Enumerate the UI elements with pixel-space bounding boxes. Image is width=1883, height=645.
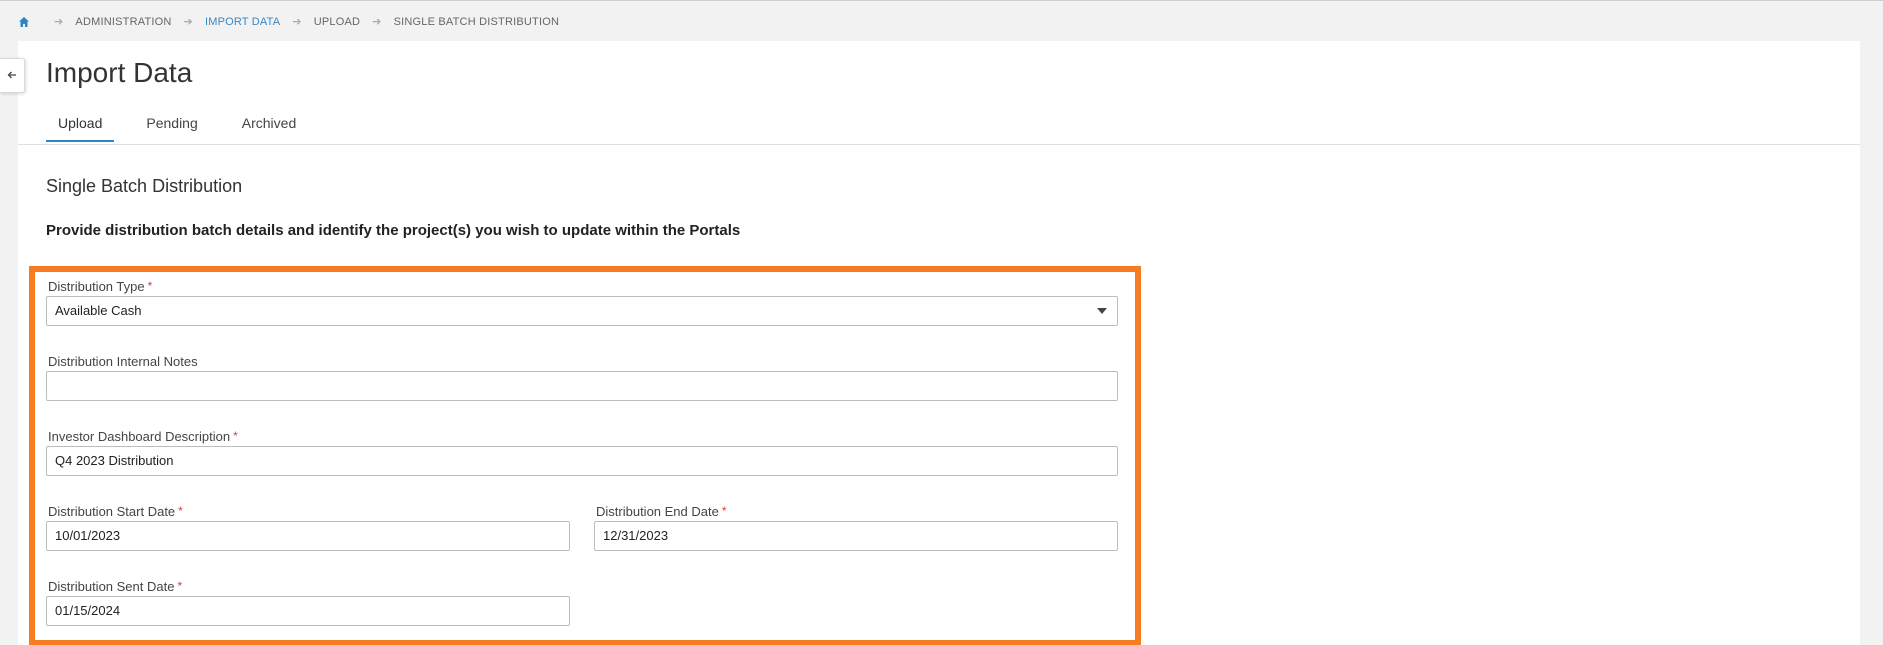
breadcrumb-upload[interactable]: UPLOAD xyxy=(314,16,360,28)
required-marker: * xyxy=(721,504,727,518)
sent-date-label: Distribution Sent Date * xyxy=(48,579,183,594)
breadcrumb-administration[interactable]: ADMINISTRATION xyxy=(75,16,171,28)
distribution-type-value: Available Cash xyxy=(55,303,142,318)
required-marker: * xyxy=(147,279,153,293)
breadcrumb: ➔ ADMINISTRATION ➔ IMPORT DATA ➔ UPLOAD … xyxy=(18,15,559,28)
page-title: Import Data xyxy=(46,57,193,88)
tab-bar: Upload Pending Archived xyxy=(46,115,328,142)
start-date-label: Distribution Start Date * xyxy=(48,504,183,519)
home-icon[interactable] xyxy=(18,16,30,28)
arrow-right-icon: ➔ xyxy=(372,16,382,28)
required-marker: * xyxy=(178,504,183,518)
section-title: Single Batch Distribution xyxy=(46,176,243,196)
distribution-type-select[interactable]: Available Cash xyxy=(46,296,1118,326)
arrow-right-icon: ➔ xyxy=(292,16,302,28)
sent-date-input[interactable]: 01/15/2024 xyxy=(46,596,570,626)
required-marker: * xyxy=(177,579,183,593)
arrow-left-icon xyxy=(7,67,17,85)
collapse-sidebar-button[interactable] xyxy=(0,58,25,93)
breadcrumb-single-batch-distribution: SINGLE BATCH DISTRIBUTION xyxy=(393,15,560,28)
tab-upload[interactable]: Upload xyxy=(46,115,115,142)
end-date-input[interactable]: 12/31/2023 xyxy=(594,521,1118,551)
breadcrumb-import-data[interactable]: IMPORT DATA xyxy=(205,16,280,28)
start-date-input[interactable]: 10/01/2023 xyxy=(46,521,570,551)
internal-notes-label: Distribution Internal Notes xyxy=(48,354,198,369)
arrow-right-icon: ➔ xyxy=(54,16,64,28)
dashboard-description-input[interactable]: Q4 2023 Distribution xyxy=(46,446,1118,476)
arrow-right-icon: ➔ xyxy=(183,16,193,28)
distribution-form-highlight: Distribution Type * Available Cash Distri… xyxy=(29,266,1141,645)
distribution-type-label: Distribution Type * xyxy=(48,279,153,294)
tab-pending[interactable]: Pending xyxy=(134,115,209,142)
end-date-label: Distribution End Date * xyxy=(596,504,727,519)
tab-archived[interactable]: Archived xyxy=(230,115,308,142)
tabs-divider xyxy=(18,144,1860,145)
internal-notes-input[interactable] xyxy=(46,371,1118,401)
required-marker: * xyxy=(233,429,238,443)
dashboard-description-label: Investor Dashboard Description * xyxy=(48,429,238,444)
main-card: Import Data Upload Pending Archived Sing… xyxy=(18,41,1860,645)
caret-down-icon[interactable] xyxy=(1097,308,1107,314)
instruction-text: Provide distribution batch details and i… xyxy=(46,222,741,239)
